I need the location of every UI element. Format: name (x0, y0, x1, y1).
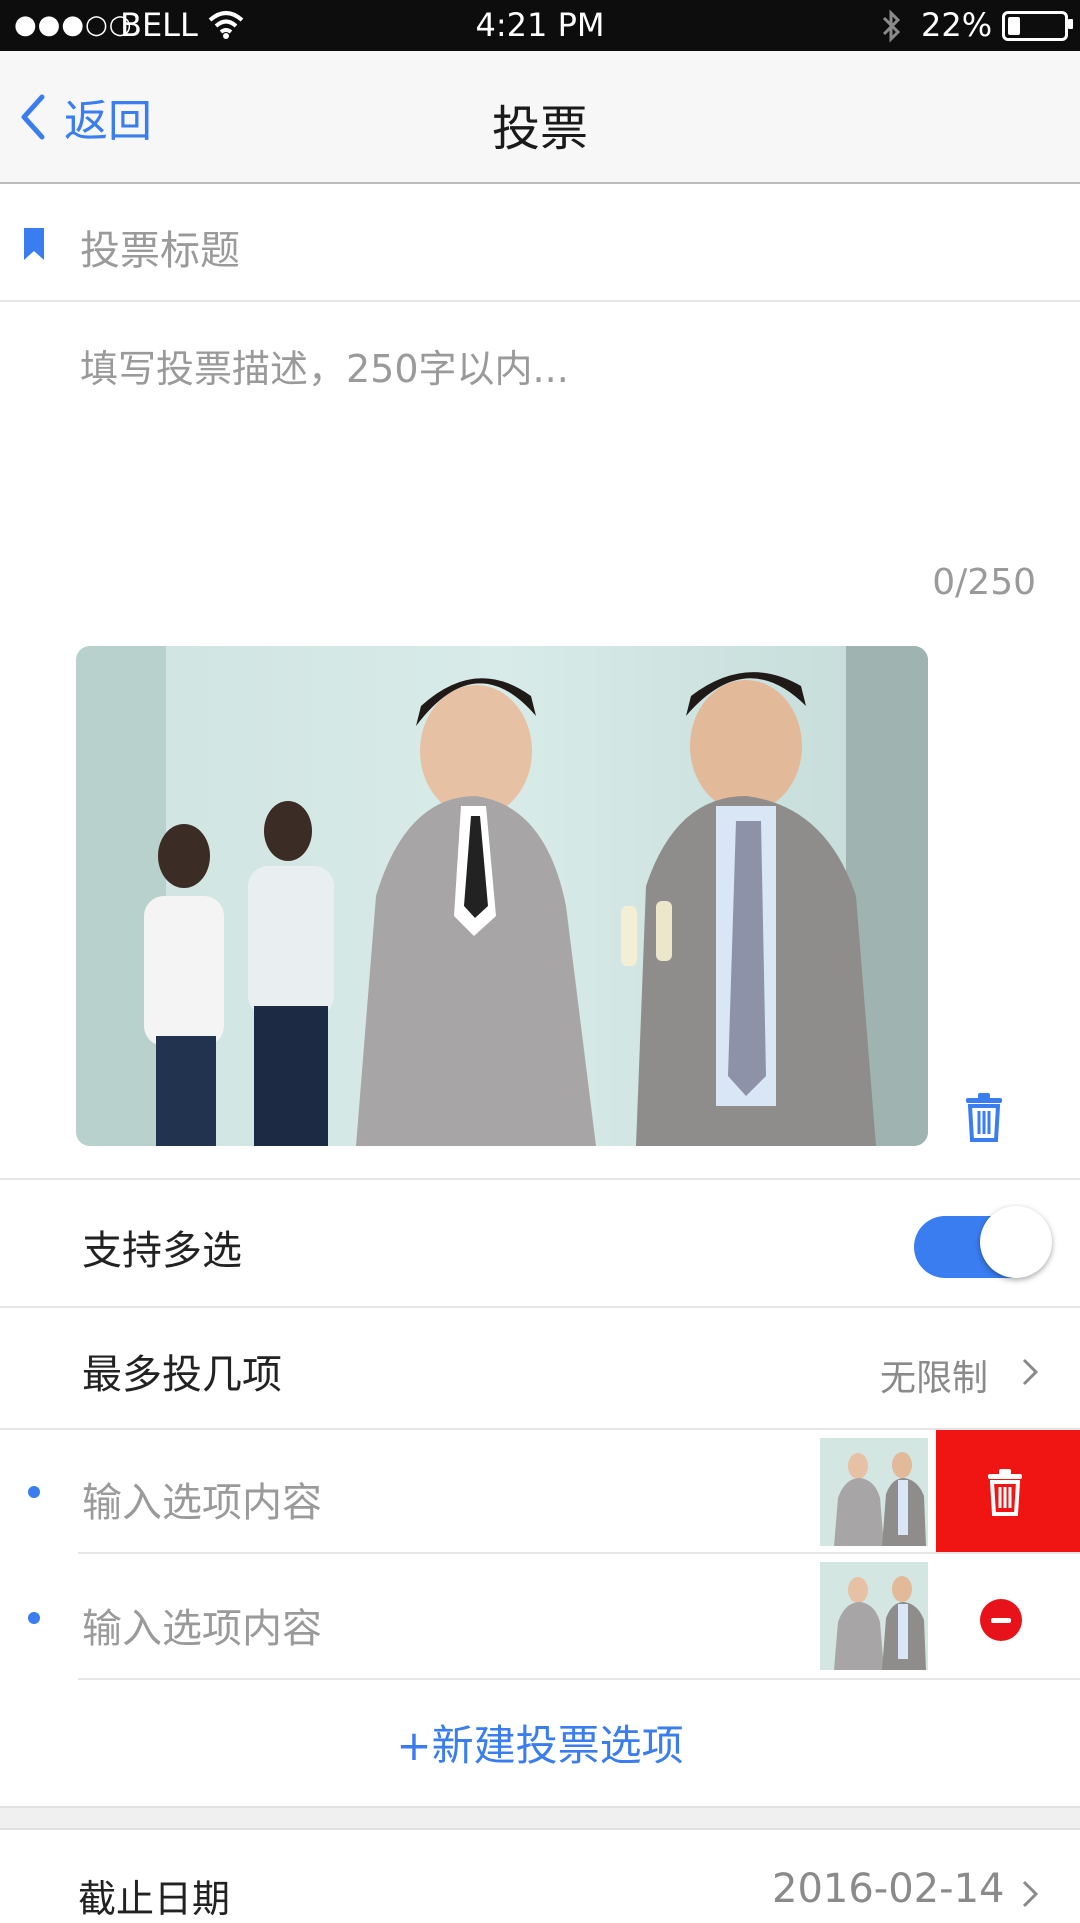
divider (0, 1178, 1080, 1180)
deadline-label: 截止日期 (78, 1877, 231, 1921)
bluetooth-icon (882, 9, 901, 43)
minus-icon (991, 1618, 1011, 1623)
divider (78, 1678, 1080, 1680)
max-votes-value[interactable]: 无限制 (880, 1349, 988, 1401)
option-input[interactable]: 输入选项内容 (82, 1470, 322, 1528)
max-votes-label: 最多投几项 (82, 1352, 282, 1398)
title-input[interactable]: 投票标题 (80, 218, 240, 276)
clock: 4:21 PM (475, 6, 605, 44)
toggle-knob[interactable] (980, 1206, 1052, 1278)
add-option-button[interactable]: +新建投票选项 (0, 1712, 1080, 1773)
bookmark-icon (24, 228, 44, 260)
description-input[interactable]: 填写投票描述，250字以内... (80, 338, 569, 393)
battery-tip (1068, 19, 1073, 29)
divider (0, 1306, 1080, 1308)
battery-percent: 22% (921, 6, 993, 44)
delete-photo-icon[interactable] (964, 1092, 1004, 1142)
battery-level (1008, 17, 1020, 35)
option-image (820, 1438, 928, 1546)
trash-icon (988, 1469, 1022, 1516)
option-thumbnail[interactable] (820, 1562, 928, 1670)
chevron-right-icon[interactable] (1020, 1356, 1040, 1388)
option-bullet (28, 1486, 40, 1498)
option-thumbnail[interactable] (820, 1438, 928, 1546)
chevron-right-icon[interactable] (1020, 1878, 1040, 1910)
char-counter: 0/250 (932, 562, 1036, 603)
battery-icon (1002, 11, 1068, 41)
divider (0, 1428, 1080, 1430)
navigation-bar: 返回 投票 (0, 51, 1080, 184)
vote-photo (76, 646, 928, 1146)
deadline-value[interactable]: 2016-02-14 (772, 1866, 1004, 1912)
photo-image (76, 646, 928, 1146)
divider (78, 1552, 1080, 1554)
option-image (820, 1562, 928, 1670)
page-title: 投票 (491, 101, 588, 157)
multi-select-label: 支持多选 (82, 1228, 242, 1274)
option-input[interactable]: 输入选项内容 (82, 1596, 322, 1654)
option-bullet (28, 1612, 40, 1624)
divider (0, 300, 1080, 302)
status-bar: ●●●○○ BELL 4:21 PM 22% (0, 0, 1080, 51)
section-separator (0, 1806, 1080, 1830)
